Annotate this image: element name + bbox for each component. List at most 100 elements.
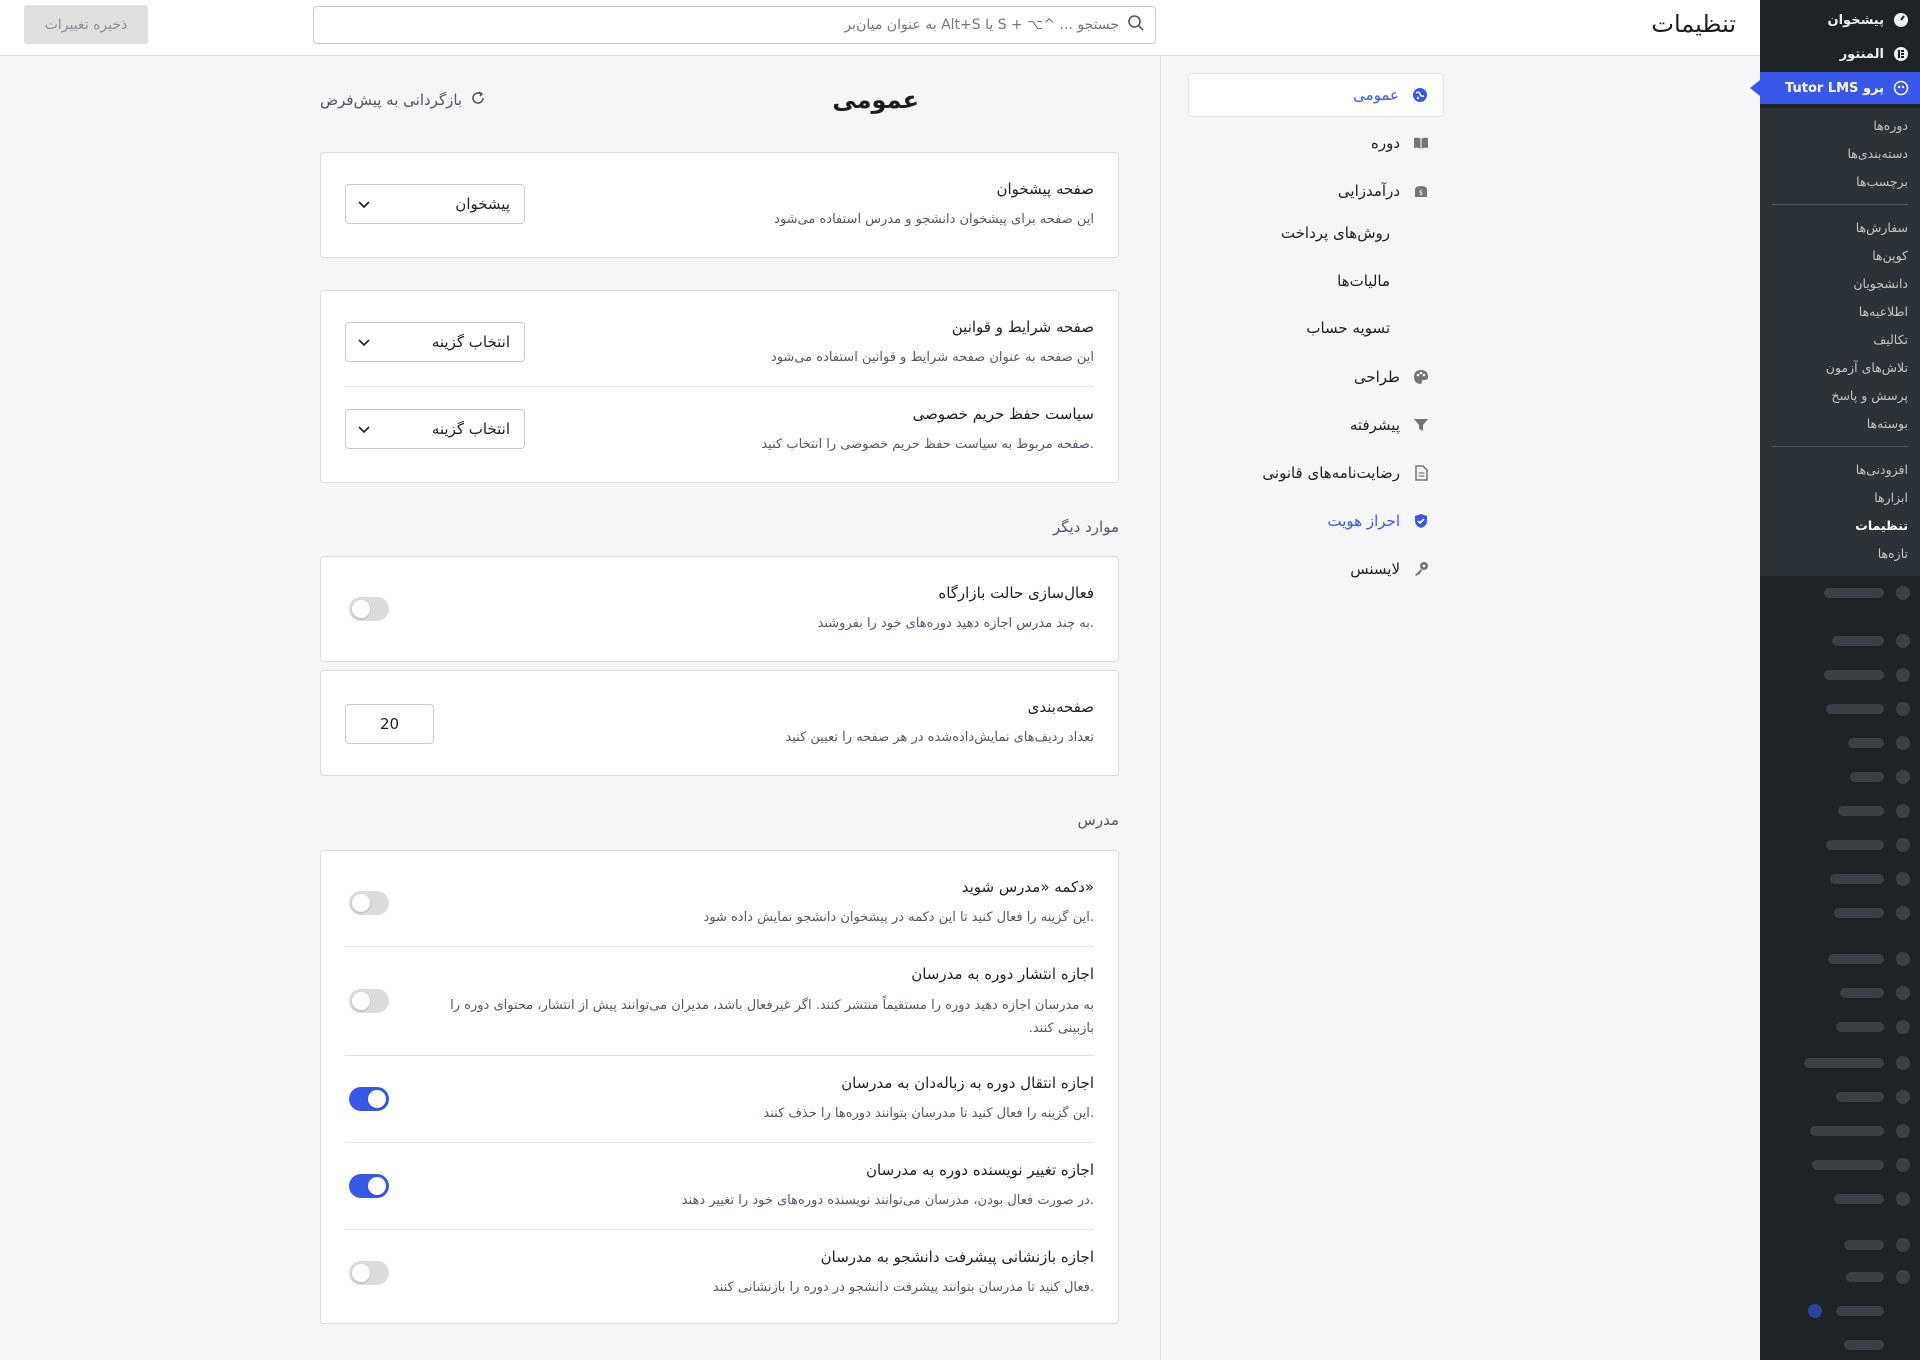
reset-progress-desc: فعال کنید تا مدرسان بتوانند پیشرفت دانشج… [712, 1280, 1094, 1295]
reset-progress-title: اجازه بازنشانی پیشرفت دانشجو به مدرسان [820, 1248, 1094, 1266]
wp-sub-tags[interactable]: برچسب‌ها [1856, 174, 1908, 189]
wp-blurred-item [1848, 738, 1884, 748]
nav-item-legal-consents[interactable]: رضایت‌نامه‌های قانونی [1188, 451, 1444, 495]
dashboard-page-select-value: پیشخوان [455, 195, 510, 213]
pagination-input[interactable]: 20 [345, 704, 434, 744]
wp-sub-quiz-attempts[interactable]: تلاش‌های آزمون [1826, 360, 1908, 375]
nav-item-authentication[interactable]: احراز هویت [1188, 499, 1444, 543]
privacy-page-title: سیاست حفظ حریم خصوصی [912, 405, 1094, 423]
terms-page-desc: این صفحه به عنوان صفحه شرایط و قوانین اس… [770, 350, 1094, 365]
wp-admin-sidebar: پیشخوان المنتور Tutor LMS پرو دوره‌ها دس… [1750, 0, 1920, 1360]
wp-blurred-item [1812, 1160, 1884, 1170]
wp-menu-tutor-lms[interactable]: Tutor LMS پرو [1750, 72, 1920, 104]
nav-item-general[interactable]: عمومی [1188, 73, 1444, 117]
dashboard-page-select[interactable]: پیشخوان [345, 184, 525, 224]
wp-blurred-icon [1896, 702, 1910, 716]
terms-page-select[interactable]: انتخاب گزینه [345, 322, 525, 362]
nav-sub-taxes[interactable]: مالیات‌ها [1337, 272, 1390, 290]
wp-blurred-item [1824, 670, 1884, 680]
row-divider [345, 1055, 1094, 1056]
privacy-page-desc: صفحه مربوط به سیاست حفظ حریم خصوصی را ان… [761, 437, 1094, 452]
chevron-down-icon [358, 420, 370, 438]
wp-menu-elementor[interactable]: المنتور [1760, 38, 1920, 70]
nav-item-course[interactable]: دوره [1188, 121, 1444, 165]
wp-blurred-item [1826, 704, 1884, 714]
nav-item-monetization[interactable]: $ درآمدزایی [1188, 169, 1444, 213]
wp-blurred-item [1840, 988, 1884, 998]
wp-blurred-icon [1896, 1238, 1910, 1252]
change-author-title: اجازه تغییر نویسنده دوره به مدرسان [866, 1161, 1094, 1179]
nav-item-license[interactable]: لایسنس [1188, 547, 1444, 591]
reset-progress-toggle[interactable] [349, 1261, 389, 1285]
toggle-knob [352, 1264, 370, 1282]
trash-course-desc: این گزینه را فعال کنید تا مدرسان بتوانند… [763, 1106, 1094, 1121]
wp-sub-qna[interactable]: پرسش و پاسخ [1831, 388, 1908, 403]
wp-menu-dashboard[interactable]: پیشخوان [1760, 4, 1920, 36]
trash-course-toggle[interactable] [349, 1087, 389, 1111]
wp-blurred-icon [1896, 770, 1910, 784]
wp-sub-categories[interactable]: دسته‌بندی‌ها [1847, 146, 1908, 161]
row-divider [345, 386, 1094, 387]
nav-item-design-label: طراحی [1353, 368, 1400, 386]
wp-sub-courses[interactable]: دوره‌ها [1873, 118, 1908, 133]
group-label-instructor: مدرس [1077, 811, 1119, 829]
nav-item-license-label: لایسنس [1350, 560, 1400, 578]
nav-item-design[interactable]: طراحی [1188, 355, 1444, 399]
wp-sub-addons[interactable]: افزودنی‌ها [1856, 462, 1908, 477]
wp-sub-coupons[interactable]: کوپن‌ها [1872, 248, 1908, 263]
nav-item-advanced-label: پیشرفته [1349, 416, 1400, 434]
wp-sub-students[interactable]: دانشجویان [1853, 276, 1908, 291]
nav-sub-withdrawals[interactable]: تسویه حساب [1306, 319, 1390, 337]
wp-sub-announcements[interactable]: اطلاعیه‌ها [1859, 304, 1908, 319]
terms-page-select-value: انتخاب گزینه [431, 333, 510, 351]
wp-blurred-icon [1896, 838, 1910, 852]
wp-sub-divider [1772, 446, 1908, 447]
filter-icon [1412, 416, 1430, 434]
nav-item-authentication-label: احراز هویت [1327, 512, 1400, 530]
wp-sub-tools[interactable]: ابزارها [1874, 490, 1908, 505]
book-icon [1412, 134, 1430, 152]
tutor-icon [1892, 79, 1910, 97]
toggle-knob [352, 600, 370, 618]
instructor-settings-card: دکمه «مدرس شوید» این گزینه را فعال کنید … [320, 850, 1119, 1324]
wp-blurred-item [1844, 1340, 1884, 1350]
svg-text:$: $ [1419, 189, 1423, 197]
search-icon [1127, 14, 1145, 36]
globe-icon [1411, 86, 1429, 104]
marketplace-desc: به چند مدرس اجازه دهید دوره‌های خود را ب… [817, 616, 1094, 631]
publish-course-desc: به مدرسان اجازه دهید دوره را مستقیماً من… [450, 998, 1094, 1036]
wp-sub-whats-new[interactable]: تازه‌ها [1878, 546, 1908, 561]
publish-course-toggle[interactable] [349, 989, 389, 1013]
wp-blurred-icon [1896, 1090, 1910, 1104]
wp-sub-orders[interactable]: سفارش‌ها [1856, 220, 1908, 235]
wp-blurred-icon [1896, 872, 1910, 886]
wp-blurred-icon [1896, 1270, 1910, 1284]
nav-item-advanced[interactable]: پیشرفته [1188, 403, 1444, 447]
become-instructor-toggle[interactable] [349, 891, 389, 915]
section-title: عمومی [832, 86, 919, 114]
wp-blurred-item [1834, 908, 1884, 918]
wp-blurred-item [1836, 1022, 1884, 1032]
pagination-card: صفحه‌بندی تعداد ردیف‌های نمایش‌داده‌شده … [320, 670, 1119, 776]
wp-blurred-item [1828, 954, 1884, 964]
marketplace-toggle[interactable] [349, 597, 389, 621]
reset-to-default-button[interactable]: بازگردانی به پیش‌فرض [320, 90, 486, 110]
wp-blurred-item [1826, 840, 1884, 850]
wp-sub-assignments[interactable]: تکالیف [1873, 332, 1908, 347]
change-author-toggle[interactable] [349, 1174, 389, 1198]
chevron-down-icon [358, 195, 370, 213]
wp-sub-bundles[interactable]: بوسته‌ها [1867, 416, 1908, 431]
wp-blurred-icon [1896, 586, 1910, 600]
nav-sub-payment-methods[interactable]: روش‌های پرداخت [1281, 224, 1390, 242]
privacy-page-select[interactable]: انتخاب گزینه [345, 409, 525, 449]
marketplace-title: فعال‌سازی حالت بازارگاه [938, 584, 1094, 602]
pagination-title: صفحه‌بندی [1027, 698, 1094, 716]
search-input[interactable] [339, 10, 1119, 40]
row-divider [345, 1142, 1094, 1143]
save-changes-button[interactable]: ذخیره تغییرات [24, 5, 148, 44]
search-field[interactable] [313, 6, 1156, 44]
wp-blurred-icon [1896, 634, 1910, 648]
wp-sub-settings[interactable]: تنظیمات [1855, 518, 1908, 533]
chevron-down-icon [358, 333, 370, 351]
wp-blurred-item [1810, 1126, 1884, 1136]
